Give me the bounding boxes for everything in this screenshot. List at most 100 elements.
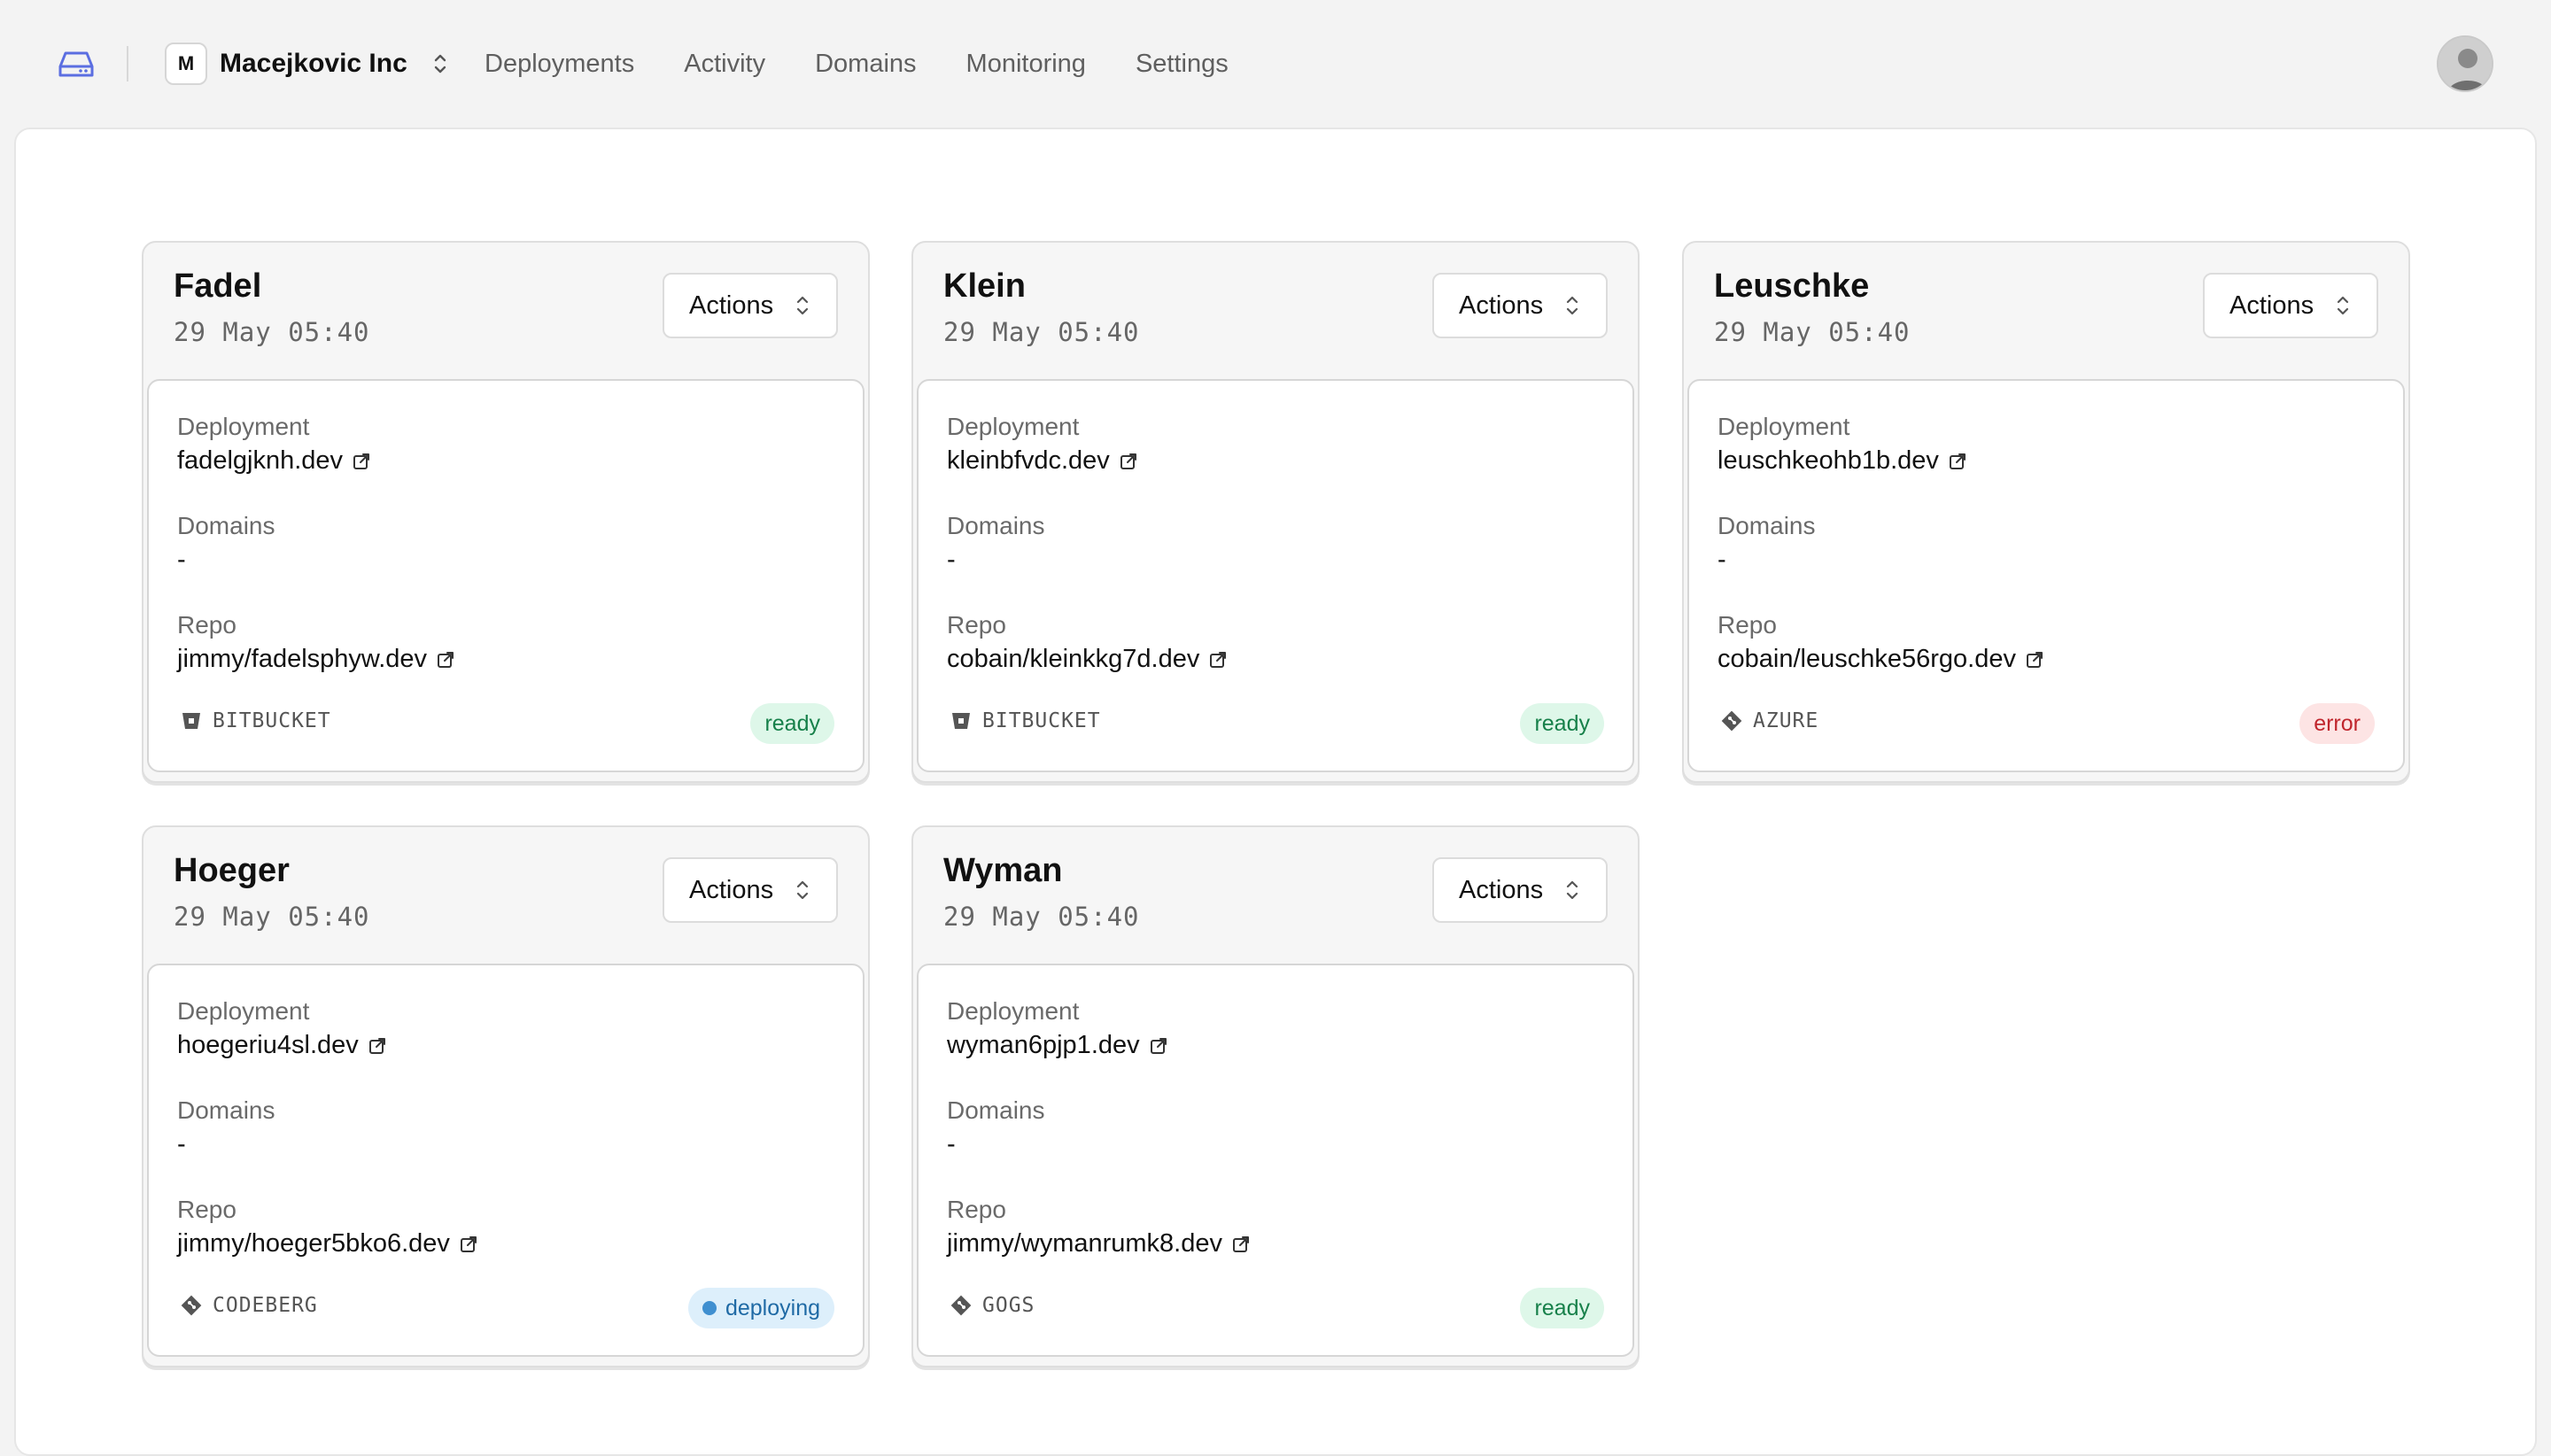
repo-link[interactable]: cobain/kleinkkg7d.dev	[947, 645, 1228, 674]
repo-link[interactable]: cobain/leuschke56rgo.dev	[1717, 645, 2044, 674]
domains-value: -	[1717, 546, 1726, 574]
project-details: Deployment hoegeriu4sl.dev Domains - Rep…	[147, 964, 865, 1357]
nav-domains[interactable]: Domains	[815, 46, 916, 81]
org-switcher[interactable]: M Macejkovic Inc	[165, 43, 450, 85]
external-link-icon	[2025, 650, 2044, 670]
deployment-label: Deployment	[947, 997, 1080, 1025]
user-avatar[interactable]	[2437, 35, 2493, 92]
actions-button[interactable]: Actions	[663, 273, 838, 338]
repo-link[interactable]: jimmy/wymanrumk8.dev	[947, 1229, 1251, 1259]
deployment-link[interactable]: fadelgjknh.dev	[177, 446, 371, 476]
deployment-link[interactable]: hoegeriu4sl.dev	[177, 1031, 387, 1060]
project-details: Deployment leuschkeohb1b.dev Domains - R…	[1687, 379, 2405, 772]
nav-activity[interactable]: Activity	[684, 46, 765, 81]
status-text: error	[2314, 710, 2361, 736]
project-card: Fadel 29 May 05:40 Actions Deployment fa…	[142, 241, 870, 783]
repo-url: jimmy/wymanrumk8.dev	[947, 1229, 1222, 1258]
project-date: 29 May 05:40	[943, 317, 1140, 347]
chevron-up-down-icon	[2336, 294, 2350, 324]
deployment-url: leuschkeohb1b.dev	[1717, 446, 1939, 475]
deployment-link[interactable]: wyman6pjp1.dev	[947, 1031, 1168, 1060]
project-card: Hoeger 29 May 05:40 Actions Deployment h…	[142, 825, 870, 1367]
project-date: 29 May 05:40	[1714, 317, 1911, 347]
repo-url: jimmy/hoeger5bko6.dev	[177, 1229, 450, 1258]
git-provider: BITBUCKET	[179, 709, 331, 733]
actions-button[interactable]: Actions	[1432, 273, 1608, 338]
git-icon	[949, 1293, 973, 1318]
org-avatar: M	[165, 43, 207, 85]
git-icon	[179, 1293, 204, 1318]
status-badge: ready	[1520, 703, 1604, 744]
project-card: Leuschke 29 May 05:40 Actions Deployment…	[1682, 241, 2410, 783]
repo-label: Repo	[947, 611, 1006, 639]
status-text: deploying	[725, 1295, 820, 1320]
repo-label: Repo	[177, 1196, 236, 1223]
project-name: Hoeger	[174, 852, 290, 889]
deployment-link[interactable]: leuschkeohb1b.dev	[1717, 446, 1967, 476]
deployment-url: fadelgjknh.dev	[177, 446, 344, 475]
actions-button[interactable]: Actions	[2203, 273, 2378, 338]
project-details: Deployment kleinbfvdc.dev Domains - Repo…	[917, 379, 1634, 772]
chevron-up-down-icon	[795, 879, 810, 909]
provider-name: GOGS	[982, 1294, 1035, 1317]
deployment-url: hoegeriu4sl.dev	[177, 1031, 359, 1059]
chevron-up-down-icon	[1565, 294, 1579, 324]
provider-name: BITBUCKET	[213, 709, 331, 732]
external-link-icon	[1149, 1036, 1168, 1056]
deployment-label: Deployment	[1717, 413, 1850, 440]
status-badge: error	[2299, 703, 2375, 744]
repo-label: Repo	[947, 1196, 1006, 1223]
domains-value: -	[177, 1130, 186, 1158]
bitbucket-icon	[949, 709, 973, 733]
project-details: Deployment wyman6pjp1.dev Domains - Repo…	[917, 964, 1634, 1357]
nav-deployments[interactable]: Deployments	[485, 46, 634, 81]
project-card: Klein 29 May 05:40 Actions Deployment kl…	[911, 241, 1640, 783]
drive-logo-icon[interactable]	[57, 48, 96, 81]
domains-value: -	[177, 546, 186, 574]
top-bar: M Macejkovic Inc Deployments Activity Do…	[0, 0, 2551, 128]
bitbucket-icon	[179, 709, 204, 733]
deployment-label: Deployment	[947, 413, 1080, 440]
nav-monitoring[interactable]: Monitoring	[966, 46, 1086, 81]
external-link-icon	[459, 1235, 478, 1254]
external-link-icon	[368, 1036, 387, 1056]
external-link-icon	[1231, 1235, 1251, 1254]
repo-link[interactable]: jimmy/hoeger5bko6.dev	[177, 1229, 478, 1259]
status-badge: ready	[1520, 1288, 1604, 1328]
topbar-divider	[127, 46, 128, 81]
external-link-icon	[436, 650, 455, 670]
provider-name: BITBUCKET	[982, 709, 1101, 732]
deployment-label: Deployment	[177, 997, 310, 1025]
status-text: ready	[1534, 1295, 1590, 1320]
domains-value: -	[947, 546, 956, 574]
status-text: ready	[1534, 710, 1590, 736]
actions-label: Actions	[689, 290, 774, 320]
external-link-icon	[1208, 650, 1228, 670]
deployment-link[interactable]: kleinbfvdc.dev	[947, 446, 1138, 476]
project-date: 29 May 05:40	[943, 902, 1140, 932]
actions-button[interactable]: Actions	[1432, 857, 1608, 923]
actions-label: Actions	[1459, 875, 1544, 904]
project-details: Deployment fadelgjknh.dev Domains - Repo…	[147, 379, 865, 772]
chevron-up-down-icon	[1565, 879, 1579, 909]
domains-label: Domains	[1717, 512, 1816, 539]
provider-name: AZURE	[1753, 709, 1819, 732]
org-name: Macejkovic Inc	[220, 49, 407, 78]
git-provider: GOGS	[949, 1293, 1035, 1318]
repo-link[interactable]: jimmy/fadelsphyw.dev	[177, 645, 455, 674]
domains-label: Domains	[177, 1096, 275, 1124]
actions-label: Actions	[689, 875, 774, 904]
actions-label: Actions	[1459, 290, 1544, 320]
git-provider: CODEBERG	[179, 1293, 318, 1318]
chevron-up-down-icon	[432, 50, 450, 78]
project-card: Wyman 29 May 05:40 Actions Deployment wy…	[911, 825, 1640, 1367]
git-provider: BITBUCKET	[949, 709, 1101, 733]
status-badge: ready	[750, 703, 834, 744]
project-date: 29 May 05:40	[174, 317, 370, 347]
provider-name: CODEBERG	[213, 1294, 318, 1317]
nav-settings[interactable]: Settings	[1136, 46, 1229, 81]
domains-value: -	[947, 1130, 956, 1158]
actions-button[interactable]: Actions	[663, 857, 838, 923]
deployment-label: Deployment	[177, 413, 310, 440]
git-provider: AZURE	[1719, 709, 1818, 733]
